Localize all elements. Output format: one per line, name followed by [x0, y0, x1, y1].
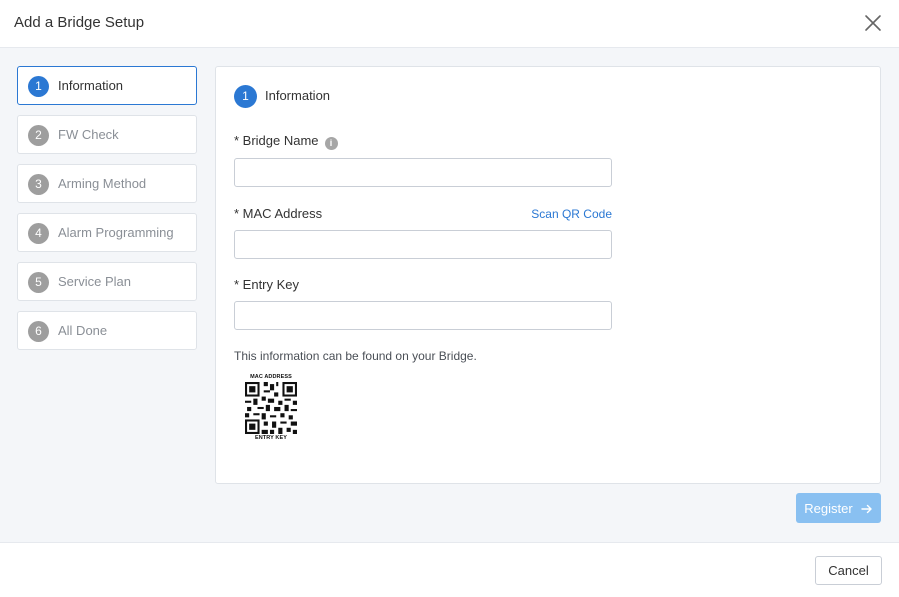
step-number: 1	[28, 76, 49, 97]
step-label: All Done	[58, 323, 108, 338]
step-item-fw-check[interactable]: 2 FW Check	[17, 115, 197, 154]
step-list: 1 Information 2 FW Check 3 Arming Method…	[17, 66, 197, 360]
mac-address-input[interactable]	[234, 230, 612, 259]
qr-code-image: MAC ADDRESS ENTRY KEY	[244, 374, 298, 442]
step-item-all-done[interactable]: 6 All Done	[17, 311, 197, 350]
step-number: 6	[28, 321, 49, 342]
step-number: 5	[28, 272, 49, 293]
close-icon[interactable]	[863, 13, 883, 33]
dialog-title: Add a Bridge Setup	[14, 14, 145, 31]
dialog-header: Add a Bridge Setup	[0, 0, 899, 48]
step-label: Service Plan	[58, 274, 131, 289]
cancel-button[interactable]: Cancel	[815, 556, 882, 585]
hint-text: This information can be found on your Br…	[234, 349, 477, 363]
scan-qr-code-link[interactable]: Scan QR Code	[531, 207, 612, 221]
step-item-alarm-programming[interactable]: 4 Alarm Programming	[17, 213, 197, 252]
step-label: Information	[58, 78, 124, 93]
step-label: Alarm Programming	[58, 225, 174, 240]
panel-step-number: 1	[234, 85, 257, 108]
step-item-information[interactable]: 1 Information	[17, 66, 197, 105]
step-number: 3	[28, 174, 49, 195]
bridge-name-label: * Bridge Name i	[234, 133, 338, 150]
step-item-service-plan[interactable]: 5 Service Plan	[17, 262, 197, 301]
step-number: 2	[28, 125, 49, 146]
step-label: FW Check	[58, 127, 119, 142]
information-panel: 1 Information * Bridge Name i * MAC Addre…	[215, 66, 881, 484]
register-button[interactable]: Register	[796, 493, 881, 523]
entry-key-label: * Entry Key	[234, 277, 300, 292]
info-icon[interactable]: i	[324, 137, 338, 150]
entry-key-input[interactable]	[234, 301, 612, 330]
qr-code-icon	[245, 382, 297, 434]
step-label: Arming Method	[58, 176, 147, 191]
arrow-right-icon	[861, 504, 872, 513]
panel-title: Information	[265, 88, 331, 103]
step-number: 4	[28, 223, 49, 244]
dialog-footer: Cancel	[0, 542, 899, 597]
register-label: Register	[804, 501, 853, 517]
bridge-name-input[interactable]	[234, 158, 612, 187]
bridge-name-label-text: * Bridge Name	[234, 133, 319, 148]
qr-top-label: MAC ADDRESS	[250, 374, 292, 380]
dialog-content: 1 Information 2 FW Check 3 Arming Method…	[0, 48, 899, 542]
step-item-arming-method[interactable]: 3 Arming Method	[17, 164, 197, 203]
mac-address-label: * MAC Address	[234, 206, 323, 221]
qr-bottom-label: ENTRY KEY	[254, 435, 288, 441]
